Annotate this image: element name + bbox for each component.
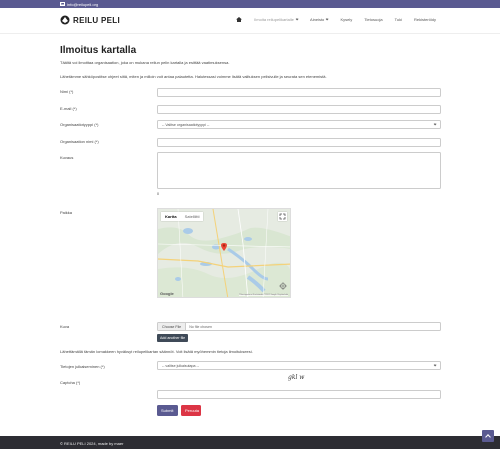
chevron-down-icon [295, 17, 299, 21]
description-textarea[interactable] [157, 152, 441, 189]
nav-item-survey[interactable]: Kysely [334, 17, 358, 22]
name-field[interactable] [157, 88, 441, 97]
nav-item-material[interactable]: Aineisto [304, 17, 334, 22]
cancel-button[interactable]: Peruuta [181, 405, 201, 416]
scroll-to-top-button[interactable] [482, 430, 494, 442]
add-file-button[interactable]: Add another file [157, 334, 189, 342]
publish-value: -- valitse julkaisutapa -- [162, 364, 199, 369]
tab-map[interactable]: Kartta [161, 212, 181, 221]
description-label: Kuvaus [60, 155, 74, 160]
name-label: Nimi (*) [60, 89, 74, 94]
nav-item-label: Kysely [340, 17, 353, 22]
captcha-image: gkl w [288, 374, 305, 381]
instructions-text: Lähetämme sähköpostitse ohjeet siitä, mi… [60, 74, 327, 79]
nav-item-label: Aineisto [310, 17, 325, 22]
page-title: Ilmoitus kartalla [60, 45, 137, 56]
image-label: Kuva [60, 324, 70, 329]
location-label: Paikka [60, 210, 73, 215]
home-icon [236, 17, 243, 22]
org-name-field[interactable] [157, 138, 441, 147]
email-label: E-mail (*) [60, 106, 77, 111]
brand-link[interactable]: REILU PELI [60, 15, 120, 25]
envelope-icon [60, 2, 65, 6]
submit-button[interactable]: Submit [157, 405, 178, 416]
top-bar: info@reilupeli.org [0, 0, 500, 8]
fullscreen-icon [279, 213, 286, 220]
nav-item-label: Rekisteröidy [413, 17, 436, 22]
main-navbar: REILU PELI Ilmoita reilupelikartalle Ain… [0, 8, 500, 34]
terms-notice: Lähettämällä tämän lomakkeen hyväksyt re… [60, 349, 253, 354]
org-type-value: -- Valitse organisaatiotyyppi -- [162, 123, 210, 128]
nav-item-label: Tuki [394, 17, 402, 22]
nav-menu: Ilmoita reilupelikartalle Aineisto Kysel… [230, 17, 442, 22]
brand-logo-icon [60, 15, 70, 25]
location-map[interactable]: Kartta Satelliitti Google Pikanäppäimet … [157, 208, 291, 298]
brand-name: REILU PELI [73, 15, 121, 25]
nav-item-register[interactable]: Rekisteröidy [408, 17, 442, 22]
publish-select[interactable]: -- valitse julkaisutapa -- [157, 361, 441, 370]
map-type-tabs: Kartta Satelliitti [161, 212, 204, 221]
map-attribution[interactable]: Pikanäppäimet Karttatiedot ©2024 Google … [239, 294, 288, 296]
google-logo: Google [160, 291, 174, 296]
chevron-down-icon [433, 363, 437, 367]
chevron-down-icon [433, 122, 437, 126]
intro-text: Täältä voi ilmoittaa organisaation, joka… [60, 60, 230, 65]
org-type-label: Organisaatiotyyppi (*) [60, 122, 99, 127]
email-text: info@reilupeli.org [67, 1, 99, 7]
choose-file-button[interactable]: Choose File [158, 323, 187, 330]
chevron-down-icon [325, 17, 329, 21]
map-tiles [158, 209, 290, 297]
nav-item-report[interactable]: Ilmoita reilupelikartalle [248, 17, 304, 22]
character-counter: 0 [157, 192, 159, 196]
nav-home[interactable] [230, 17, 248, 22]
nav-item-label: Tietosuoja [364, 17, 383, 22]
email-contact[interactable]: info@reilupeli.org [60, 2, 98, 7]
tab-satellite[interactable]: Satelliitti [181, 212, 204, 221]
nav-item-privacy[interactable]: Tietosuoja [358, 17, 388, 22]
nav-item-label: Ilmoita reilupelikartalle [254, 17, 294, 22]
fullscreen-button[interactable] [278, 212, 287, 221]
publish-label: Tietojen julkaiseminen (*) [60, 364, 105, 369]
org-name-label: Organisaation nimi (*) [60, 139, 99, 144]
captcha-field[interactable] [157, 390, 441, 399]
image-file-input[interactable]: Choose File No file chosen [157, 322, 441, 331]
footer-copyright: © REILU PELI 2024, made by maer [60, 440, 124, 446]
captcha-label: Captcha (*) [60, 380, 81, 385]
file-status: No file chosen [189, 324, 212, 329]
page-footer: © REILU PELI 2024, made by maer [0, 436, 500, 449]
nav-item-support[interactable]: Tuki [389, 17, 408, 22]
org-type-select[interactable]: -- Valitse organisaatiotyyppi -- [157, 120, 441, 129]
email-field[interactable] [157, 105, 441, 114]
